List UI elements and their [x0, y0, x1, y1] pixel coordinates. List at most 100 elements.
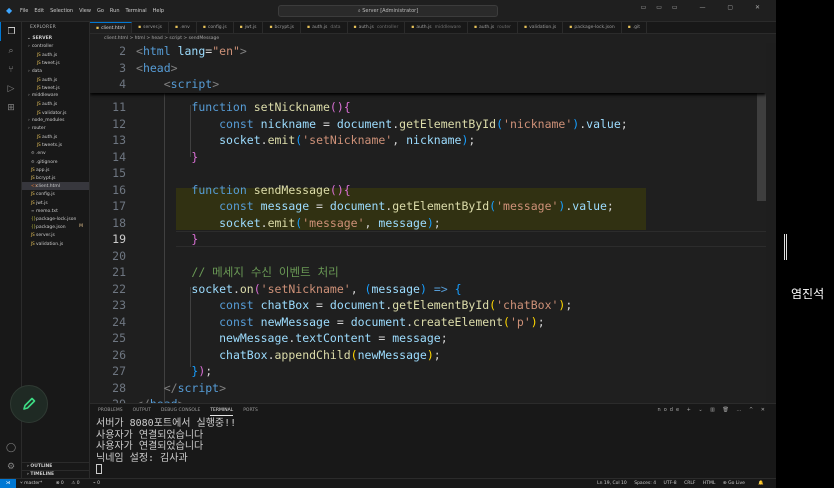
- tab-jwt-js[interactable]: ▪ jwt.js: [234, 22, 264, 33]
- file-item[interactable]: <>client.html: [22, 182, 89, 191]
- code-token: chatBox: [260, 298, 310, 312]
- outline-section[interactable]: › OUTLINE: [22, 462, 90, 470]
- file-item[interactable]: JSapp.js: [22, 166, 89, 174]
- file-item[interactable]: JStweet.js: [22, 84, 89, 92]
- file-item[interactable]: JSauth.js: [22, 51, 89, 59]
- go-live-button[interactable]: ⊛ Go Live: [723, 481, 751, 486]
- tab-label: jwt.js: [244, 25, 257, 30]
- folder-item[interactable]: node_modules: [22, 117, 89, 125]
- file-item[interactable]: JStweets.js: [22, 141, 89, 149]
- tab--git[interactable]: ▪ .git: [622, 22, 648, 33]
- menu-item-edit[interactable]: Edit: [34, 8, 44, 14]
- code-editor[interactable]: 2 <html lang="en"> 3 <head> 4 <script> 11 fu…: [90, 43, 766, 403]
- pause-indicator-icon: [784, 234, 787, 260]
- search-icon[interactable]: ⌕: [0, 41, 22, 60]
- tab-auth-js[interactable]: ▪ auth.js data: [301, 22, 348, 33]
- command-center[interactable]: ⌕ Server [Administrator]: [278, 5, 498, 17]
- notifications-bell-icon[interactable]: 🔔: [758, 481, 764, 486]
- settings-icon[interactable]: ⚙: [0, 457, 22, 476]
- panel-tab-terminal[interactable]: TERMINAL: [210, 408, 234, 416]
- file-item[interactable]: {}package.json M: [22, 223, 89, 231]
- tab-auth-js[interactable]: ▪ auth.js middleware: [405, 22, 468, 33]
- tab-client-html[interactable]: ▪ client.html: [90, 22, 133, 33]
- code-line: 21 // 메세지 수신 이벤트 처리: [90, 264, 766, 281]
- tab-description: controller: [376, 25, 399, 30]
- tab-config-js[interactable]: ▪ config.js: [197, 22, 234, 33]
- file-item[interactable]: JSbcrypt.js: [22, 174, 89, 182]
- panel-tab-output[interactable]: OUTPUT: [133, 408, 151, 413]
- indentation[interactable]: Spaces: 4: [634, 481, 656, 486]
- tab-auth-js[interactable]: ▪ auth.js router: [468, 22, 519, 33]
- sticky-scroll[interactable]: 2 <html lang="en"> 3 <head> 4 <script>: [90, 43, 766, 93]
- remote-indicator-icon[interactable]: ⋊: [0, 479, 16, 488]
- breadcrumb[interactable]: client.html > html > head > script > sen…: [90, 34, 776, 43]
- menu-item-terminal[interactable]: Terminal: [126, 8, 147, 14]
- code-token: {: [343, 182, 351, 197]
- window-controls[interactable]: ▭▭▭ — ▢ ✕: [641, 4, 770, 11]
- menu-item-help[interactable]: Help: [153, 8, 164, 14]
- code-token: function: [191, 182, 247, 197]
- menu-item-selection[interactable]: Selection: [50, 8, 73, 14]
- tab-auth-js[interactable]: ▪ auth.js controller: [348, 22, 406, 33]
- tab-package-lock-json[interactable]: ▪ package-lock.json: [563, 22, 622, 33]
- explorer-section-server[interactable]: ⌄ SERVER: [22, 34, 89, 43]
- menu-item-run[interactable]: Run: [110, 8, 120, 14]
- folder-item[interactable]: controller: [22, 43, 89, 51]
- panel-tab-ports[interactable]: PORTS: [243, 408, 258, 413]
- ports-count: 0: [97, 481, 101, 486]
- cursor-position[interactable]: Ln 19, Col 10: [597, 481, 627, 486]
- panel-toolbar[interactable]: node + ⌄ ▥ 🗑 … ^ ✕: [658, 407, 768, 413]
- files-icon[interactable]: ❐: [0, 22, 22, 41]
- tab-bcrypt-js[interactable]: ▪ bcrypt.js: [263, 22, 302, 33]
- tab--env[interactable]: ▪ .env: [169, 22, 197, 33]
- extensions-icon[interactable]: ⊞: [0, 98, 22, 117]
- source-control-icon[interactable]: ⑂: [0, 60, 22, 79]
- language-mode[interactable]: HTML: [703, 481, 716, 486]
- file-item[interactable]: {}package-lock.json: [22, 215, 89, 223]
- floating-edit-button[interactable]: [10, 385, 48, 423]
- file-item[interactable]: JSvalidator.js: [22, 109, 89, 117]
- file-item[interactable]: JSconfig.js: [22, 190, 89, 198]
- file-label: jwt.js: [36, 200, 48, 206]
- menu-item-view[interactable]: View: [79, 8, 91, 14]
- code-line: 17 const message = document.getElementBy…: [90, 198, 766, 215]
- encoding[interactable]: UTF-8: [664, 481, 677, 486]
- folder-item[interactable]: data: [22, 68, 89, 76]
- timeline-section[interactable]: › TIMELINE: [22, 470, 90, 478]
- file-item[interactable]: JSauth.js: [22, 76, 89, 84]
- timeline-label: TIMELINE: [30, 472, 55, 477]
- run-debug-icon[interactable]: ▷: [0, 79, 22, 98]
- file-item[interactable]: JSauth.js: [22, 100, 89, 108]
- ports-indicator[interactable]: ⌁ 0: [93, 481, 106, 486]
- branch-indicator[interactable]: ⑂ master*: [20, 481, 48, 486]
- tab-label: package-lock.json: [574, 25, 615, 30]
- file-icon: ▪: [239, 25, 243, 30]
- panel-tab-debug-console[interactable]: DEBUG CONSOLE: [161, 408, 200, 413]
- menu-item-file[interactable]: File: [20, 8, 28, 14]
- file-item[interactable]: ⚙.env: [22, 149, 89, 157]
- bottom-panel: PROBLEMS OUTPUT DEBUG CONSOLE TERMINAL PORTS…: [90, 403, 776, 478]
- terminal-output[interactable]: 서버가 8080포트에서 실행중!! 사용자가 연결되었습니다 사용자가 연결되었습…: [90, 418, 776, 476]
- file-item[interactable]: ⚙.gitignore: [22, 158, 89, 166]
- file-item[interactable]: JSvalidation.js: [22, 240, 89, 248]
- tab-server-js[interactable]: ▪ server.js: [132, 22, 170, 33]
- panel-tab-problems[interactable]: PROBLEMS: [98, 408, 123, 413]
- file-item[interactable]: JSjwt.js: [22, 199, 89, 207]
- line-ending[interactable]: CRLF: [684, 481, 695, 486]
- code-line: 16 function sendMessage(){: [90, 182, 766, 199]
- account-icon[interactable]: ◯: [0, 438, 22, 457]
- code-token: >: [219, 380, 227, 395]
- problems-indicator[interactable]: ⊗ 0 ⚠ 0: [56, 481, 86, 486]
- file-item[interactable]: JSauth.js: [22, 133, 89, 141]
- folder-item[interactable]: middleware: [22, 92, 89, 100]
- folder-item[interactable]: router: [22, 125, 89, 133]
- code-token: const: [219, 199, 254, 213]
- code-token: =: [309, 298, 330, 312]
- file-item[interactable]: JSserver.js: [22, 231, 89, 239]
- file-item[interactable]: ≡ memo.txt: [22, 207, 89, 215]
- file-item[interactable]: JStweet.js: [22, 59, 89, 67]
- menu-item-go[interactable]: Go: [97, 8, 104, 14]
- tab-validation-js[interactable]: ▪ validation.js: [518, 22, 564, 33]
